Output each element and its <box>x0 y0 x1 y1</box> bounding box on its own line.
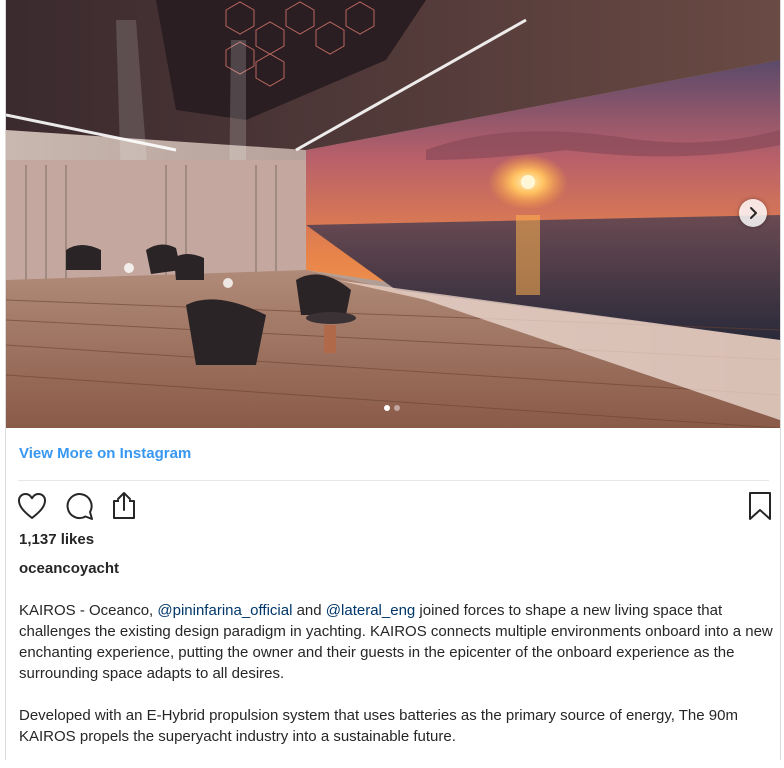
carousel-dot-active <box>384 405 390 411</box>
post-image[interactable] <box>6 0 780 428</box>
caption-text: KAIROS - Oceanco, <box>19 602 158 619</box>
bookmark-icon[interactable] <box>744 490 776 522</box>
carousel-dot <box>394 405 400 411</box>
action-bar <box>16 490 774 524</box>
yacht-interior-sunset-image <box>6 0 780 428</box>
instagram-embed-card: View More on Instagram 1,137 likes ocean… <box>5 0 781 760</box>
caption-paragraph: KAIROS - Oceanco, @pininfarina_official … <box>19 600 774 684</box>
post-username[interactable]: oceancoyacht <box>19 560 119 577</box>
share-icon[interactable] <box>108 490 140 522</box>
post-caption: KAIROS - Oceanco, @pininfarina_official … <box>19 600 774 768</box>
mention-pininfarina[interactable]: @pininfarina_official <box>157 602 292 619</box>
chevron-right-icon <box>746 206 760 220</box>
caption-paragraph: Developed with an E-Hybrid propulsion sy… <box>19 707 738 745</box>
next-slide-button[interactable] <box>739 199 767 227</box>
divider <box>18 480 769 481</box>
likes-count[interactable]: 1,137 likes <box>19 531 94 548</box>
carousel-indicator <box>384 405 400 411</box>
comment-icon[interactable] <box>64 490 96 522</box>
view-more-link[interactable]: View More on Instagram <box>19 445 191 462</box>
mention-lateral-eng[interactable]: @lateral_eng <box>326 602 415 619</box>
caption-text: and <box>292 602 326 619</box>
heart-icon[interactable] <box>16 490 48 522</box>
